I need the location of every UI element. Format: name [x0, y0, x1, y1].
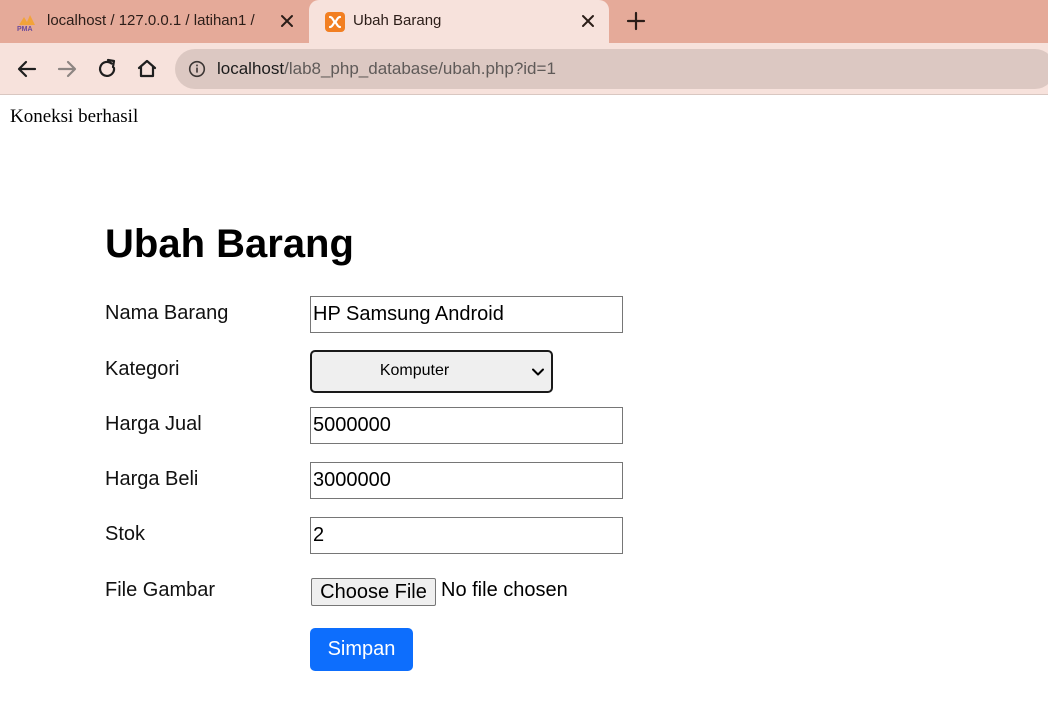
svg-text:PMA: PMA	[17, 26, 33, 33]
stok-input[interactable]	[310, 517, 623, 554]
kategori-select[interactable]: Komputer	[310, 350, 553, 393]
nama-barang-input[interactable]	[310, 296, 623, 333]
stok-label: Stok	[105, 523, 146, 545]
tab-title: localhost / 127.0.0.1 / latihan1 /	[47, 12, 255, 29]
close-icon[interactable]	[278, 12, 296, 30]
url-host: localhost	[217, 59, 285, 78]
phpmyadmin-icon: PMA	[17, 15, 35, 33]
reload-icon[interactable]	[94, 56, 120, 82]
new-tab-icon[interactable]	[624, 9, 648, 33]
tab-ubah-barang[interactable]: Ubah Barang	[309, 0, 609, 43]
simpan-button[interactable]: Simpan	[310, 628, 413, 671]
choose-file-button[interactable]: Choose File	[311, 578, 436, 606]
nama-barang-label: Nama Barang	[105, 302, 229, 324]
harga-jual-label: Harga Jual	[105, 413, 202, 435]
xampp-icon	[325, 12, 345, 32]
close-icon[interactable]	[579, 12, 597, 30]
kategori-selected-value: Komputer	[379, 362, 450, 379]
home-icon[interactable]	[134, 56, 160, 82]
harga-beli-input[interactable]	[310, 462, 623, 499]
browser-toolbar: localhost/lab8_php_database/ubah.php?id=…	[0, 43, 1048, 95]
address-bar[interactable]: localhost/lab8_php_database/ubah.php?id=…	[175, 49, 1048, 89]
chevron-down-icon	[532, 368, 544, 376]
tab-strip: PMA localhost / 127.0.0.1 / latihan1 / U…	[0, 0, 1048, 43]
page-title: Ubah Barang	[105, 222, 354, 266]
file-gambar-label: File Gambar	[105, 579, 216, 601]
forward-arrow-icon[interactable]	[54, 56, 80, 82]
tab-title: Ubah Barang	[353, 12, 442, 29]
file-status-text: No file chosen	[441, 579, 568, 601]
connection-status-text: Koneksi berhasil	[10, 106, 139, 127]
site-info-icon[interactable]	[188, 60, 206, 78]
harga-beli-label: Harga Beli	[105, 468, 199, 490]
tab-phpmyadmin[interactable]: PMA localhost / 127.0.0.1 / latihan1 /	[0, 0, 308, 43]
url-text[interactable]: localhost/lab8_php_database/ubah.php?id=…	[217, 59, 556, 79]
url-path: /lab8_php_database/ubah.php?id=1	[284, 59, 556, 78]
back-arrow-icon[interactable]	[14, 56, 40, 82]
kategori-label: Kategori	[105, 358, 180, 380]
harga-jual-input[interactable]	[310, 407, 623, 444]
